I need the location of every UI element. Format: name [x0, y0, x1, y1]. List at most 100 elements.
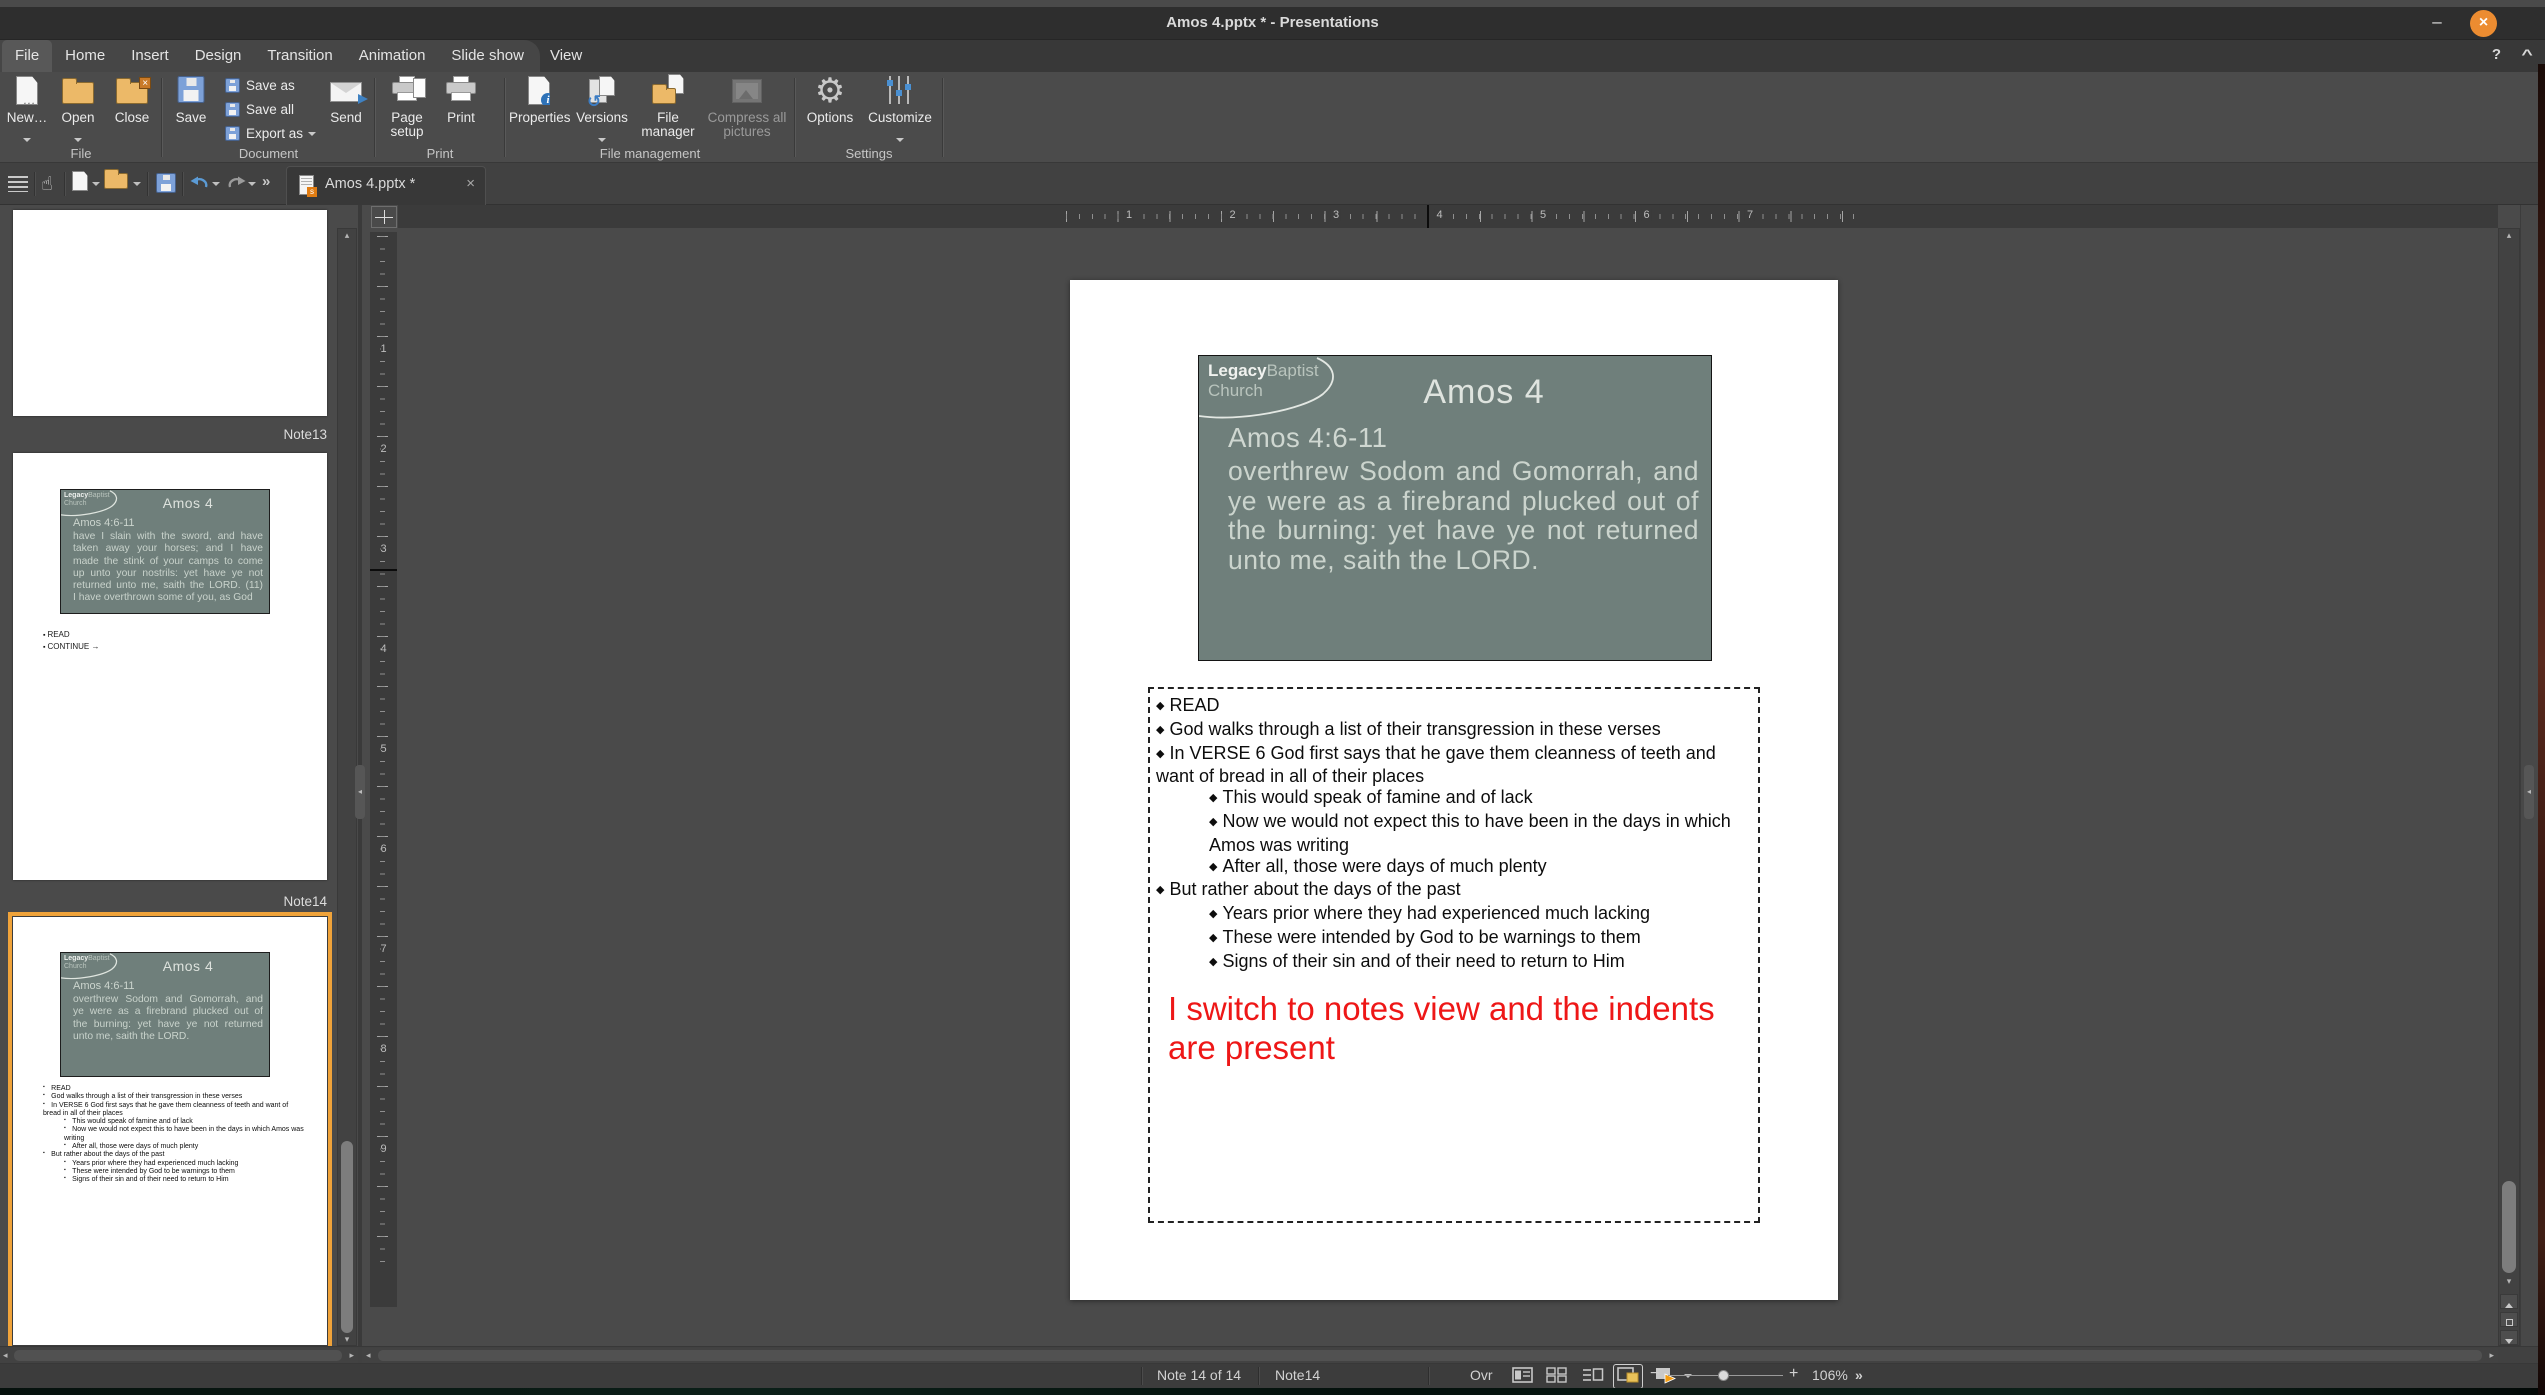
send-email-icon — [330, 82, 362, 102]
send-button[interactable]: Send — [320, 74, 372, 146]
impress-document-icon — [299, 175, 314, 195]
note-bullet: But rather about the days of the past — [1156, 879, 1750, 903]
new-button[interactable]: ... New… — [4, 74, 50, 146]
menu-item[interactable]: Slide show — [438, 40, 537, 72]
menu-item[interactable]: Transition — [254, 40, 345, 72]
dropdown-caret-icon[interactable] — [248, 182, 256, 186]
close-button[interactable]: × — [2470, 10, 2497, 37]
tab-close-icon[interactable]: × — [466, 175, 475, 192]
group-label-file: File — [0, 146, 162, 161]
slide-title: Amos 4 — [1349, 373, 1619, 412]
dropdown-caret-icon[interactable] — [212, 182, 220, 186]
normal-view-button[interactable] — [1512, 1367, 1533, 1386]
scroll-right-icon[interactable]: ▸ — [2489, 1350, 2494, 1361]
zoom-level[interactable]: 106% — [1812, 1367, 1848, 1383]
sidebar-expand-handle[interactable]: ◂ — [2524, 765, 2534, 819]
undo-button[interactable] — [189, 174, 211, 200]
desktop-background-top — [0, 0, 2545, 7]
zoom-out-button[interactable]: − — [1650, 1365, 1659, 1383]
save-all-button[interactable]: Save all — [222, 99, 332, 121]
statusbar-overflow-button[interactable]: » — [1855, 1367, 1863, 1383]
slide-sorter-view-button[interactable] — [1546, 1367, 1567, 1386]
panel-scrollbar-thumb[interactable] — [341, 1141, 353, 1333]
scroll-left-icon[interactable]: ◂ — [366, 1350, 371, 1361]
thumbnail-note14-selected[interactable]: LegacyBaptistChurch Amos 4 Amos 4:6-11 o… — [13, 917, 327, 1345]
menu-item[interactable]: File — [2, 40, 52, 72]
menu-item[interactable]: Animation — [346, 40, 439, 72]
thumbnail-note13[interactable]: LegacyBaptistChurch Amos 4 Amos 4:6-11 h… — [13, 453, 327, 880]
notes-page[interactable]: LegacyBaptistChurch Amos 4 Amos 4:6-11 o… — [1070, 280, 1838, 1300]
help-button[interactable]: ? — [2492, 46, 2501, 63]
scroll-left-icon[interactable]: ◂ — [3, 1350, 8, 1361]
notes-list: READGod walks through a list of their tr… — [1156, 695, 1750, 975]
save-button[interactable]: Save — [166, 74, 216, 146]
panel-collapse-handle[interactable]: ◂ — [355, 765, 365, 819]
save-icon — [156, 173, 176, 193]
titlebar: Amos 4.pptx * - Presentations – × — [0, 7, 2545, 40]
close-document-button[interactable]: × Close — [106, 74, 158, 146]
notes-text-box[interactable]: READGod walks through a list of their tr… — [1148, 687, 1760, 1223]
scroll-right-icon[interactable]: ▸ — [349, 1350, 354, 1361]
zoom-slider-thumb[interactable] — [1718, 1370, 1729, 1381]
scrollbar-thumb[interactable] — [378, 1350, 2482, 1361]
compress-pictures-button: Compress all pictures — [705, 74, 789, 146]
undo-icon — [189, 174, 211, 192]
menu-toggle-button[interactable] — [8, 171, 28, 197]
note-bullet: Signs of their sin and of their need to … — [1156, 951, 1750, 975]
menu-item[interactable]: Insert — [118, 40, 182, 72]
save-quick-button[interactable] — [156, 173, 176, 199]
scroll-down-icon[interactable]: ▾ — [338, 1333, 356, 1345]
menu-item[interactable]: View — [537, 40, 595, 72]
panel-scrollbar[interactable]: ▴ ▾ — [337, 228, 357, 1346]
collapse-ribbon-icon[interactable]: ^ — [2521, 46, 2532, 62]
main-scrollbar[interactable]: ▴ ▾ — [2498, 228, 2520, 1346]
new-document-quick-button[interactable] — [72, 171, 88, 197]
toolbar-overflow-button[interactable]: » — [262, 173, 268, 199]
previous-slide-button[interactable] — [2500, 1294, 2518, 1309]
cursor-position-marker — [1427, 205, 1429, 228]
dropdown-caret-icon[interactable] — [92, 182, 100, 186]
menu-item[interactable]: Home — [52, 40, 118, 72]
save-as-button[interactable]: Save as — [222, 75, 332, 97]
open-quick-button[interactable] — [104, 170, 128, 196]
navigator-button[interactable] — [2500, 1312, 2518, 1327]
properties-button[interactable]: Properties — [509, 74, 569, 146]
redo-button[interactable] — [225, 174, 247, 200]
notes-view-button[interactable] — [1613, 1364, 1643, 1389]
select-tool-button[interactable]: ☝ — [41, 171, 53, 197]
next-slide-button[interactable] — [2500, 1330, 2518, 1345]
document-tab[interactable]: Amos 4.pptx * × — [286, 166, 486, 205]
minimize-button[interactable]: – — [2425, 11, 2449, 35]
scroll-down-icon[interactable]: ▾ — [2499, 1275, 2519, 1287]
main-scrollbar-thumb[interactable] — [2502, 1181, 2516, 1273]
scroll-up-icon[interactable]: ▴ — [338, 229, 356, 241]
versions-button[interactable]: ↺ Versions — [573, 74, 631, 146]
open-button[interactable]: Open — [54, 74, 102, 146]
file-manager-button[interactable]: File manager — [635, 74, 701, 146]
outline-view-button[interactable] — [1582, 1367, 1604, 1386]
print-icon — [446, 76, 476, 104]
page-setup-button[interactable]: Page setup — [379, 74, 435, 146]
export-as-button[interactable]: Export as — [222, 123, 332, 145]
scrollbar-thumb[interactable] — [14, 1350, 342, 1361]
desktop-background-right — [2538, 64, 2545, 1395]
slide-name-status[interactable]: Note14 — [1275, 1367, 1320, 1383]
print-button[interactable]: Print — [437, 74, 485, 146]
quick-toolbar: ☝ » Amos 4.pptx * × — [0, 163, 2545, 205]
dropdown-caret-icon[interactable] — [133, 182, 141, 186]
options-button[interactable]: ⚙ Options — [801, 74, 859, 146]
pointer-hand-icon: ☝ — [41, 173, 53, 195]
thumbnail-note12-partial[interactable] — [13, 210, 327, 416]
ribbon-group-file: ... New… Open × Close File — [0, 72, 162, 163]
panel-horizontal-scrollbar[interactable]: ◂ ▸ — [0, 1348, 358, 1363]
dropdown-caret-icon — [896, 138, 904, 142]
customize-button[interactable]: Customize — [863, 74, 937, 146]
notes-view-icon — [1617, 1367, 1639, 1383]
zoom-in-button[interactable]: + — [1789, 1365, 1798, 1383]
slide-body: overthrew Sodom and Gomorrah, andye were… — [1228, 457, 1699, 575]
main-horizontal-scrollbar[interactable]: ◂ ▸ — [362, 1348, 2498, 1363]
menu-item[interactable]: Design — [182, 40, 255, 72]
scroll-up-icon[interactable]: ▴ — [2499, 229, 2519, 241]
overwrite-mode-indicator[interactable]: Ovr — [1470, 1367, 1493, 1383]
slide-image[interactable]: LegacyBaptistChurch Amos 4 Amos 4:6-11 o… — [1198, 355, 1712, 661]
